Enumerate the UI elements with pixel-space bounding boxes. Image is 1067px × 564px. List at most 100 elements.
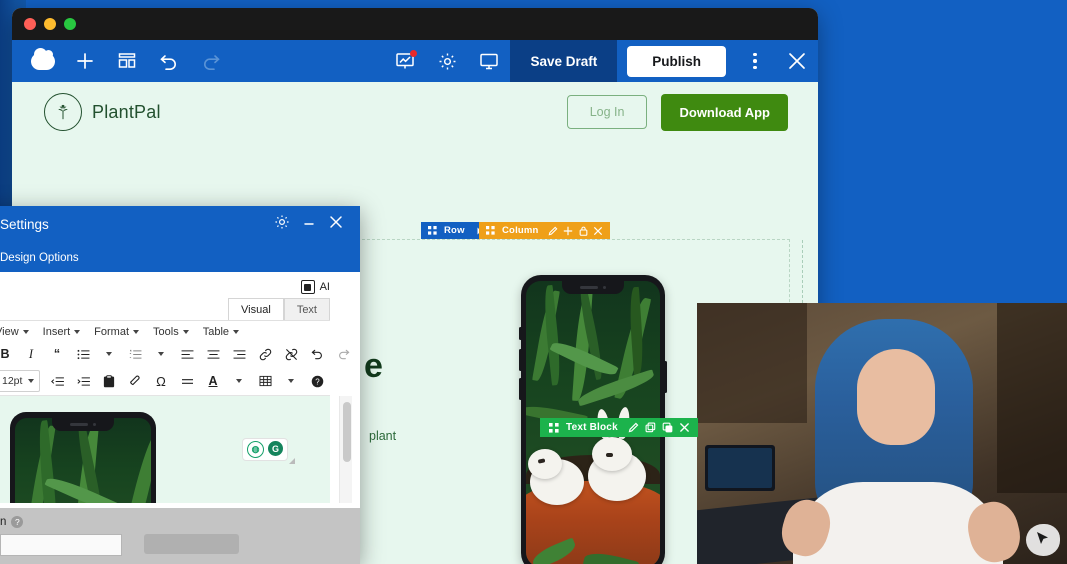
increase-indent-icon[interactable] <box>70 370 96 392</box>
help-icon[interactable]: ? <box>304 370 330 392</box>
save-draft-button[interactable]: Save Draft <box>510 40 618 82</box>
gear-icon[interactable] <box>426 40 468 82</box>
svg-text:?: ? <box>315 377 320 386</box>
text-block-control-bar[interactable]: Text Block <box>540 418 698 437</box>
phone-notch <box>52 418 114 431</box>
footer-action-button[interactable] <box>144 534 239 554</box>
download-app-button[interactable]: Download App <box>661 93 788 131</box>
text-color-dropdown[interactable] <box>226 370 252 392</box>
grammarly-logo-icon[interactable]: G <box>268 441 283 456</box>
bullet-list-dropdown[interactable] <box>96 343 122 365</box>
column-control-bar[interactable]: Column <box>479 222 610 239</box>
table-dropdown[interactable] <box>278 370 304 392</box>
editor-content-area[interactable]: ◍ G <box>0 396 330 503</box>
font-size-value: 12pt <box>2 375 23 387</box>
site-logo[interactable]: PlantPal <box>44 93 161 131</box>
menu-tools[interactable]: Tools <box>146 326 196 338</box>
drag-handle-icon[interactable] <box>483 223 498 238</box>
hero-heading-fragment: e <box>364 347 383 385</box>
footer-field-label: n ? <box>0 516 360 528</box>
ai-chip-icon <box>300 280 315 294</box>
undo-icon[interactable] <box>148 40 190 82</box>
window-minimize-button[interactable] <box>44 18 56 30</box>
align-right-icon[interactable] <box>226 343 252 365</box>
footer-text-input[interactable] <box>0 534 122 556</box>
grammarly-suggestion-icon[interactable]: ◍ <box>247 441 264 458</box>
add-icon[interactable] <box>64 40 106 82</box>
menu-format[interactable]: Format <box>87 326 146 338</box>
table-icon[interactable] <box>252 370 278 392</box>
resize-handle-icon[interactable] <box>288 457 296 465</box>
window-titlebar <box>12 8 818 40</box>
tab-visual[interactable]: Visual <box>228 298 284 322</box>
close-builder-button[interactable] <box>776 40 818 82</box>
cursor-arrow-icon <box>1026 524 1060 556</box>
bold-icon[interactable]: B <box>0 343 18 365</box>
paste-text-icon[interactable] <box>96 370 122 392</box>
analytics-icon[interactable] <box>384 40 426 82</box>
lock-icon[interactable] <box>576 223 591 238</box>
phone-notch <box>562 281 624 294</box>
drag-handle-icon[interactable] <box>545 419 562 436</box>
minimize-icon[interactable] <box>302 215 316 234</box>
login-button[interactable]: Log In <box>566 95 648 129</box>
close-x-icon[interactable] <box>328 214 344 235</box>
site-header: PlantPal Log In Download App <box>12 82 818 142</box>
menu-view[interactable]: View <box>0 326 36 338</box>
hero-paragraph-fragment: plant <box>369 429 397 443</box>
publish-button[interactable]: Publish <box>627 45 726 77</box>
clear-formatting-icon[interactable] <box>122 370 148 392</box>
drag-handle-icon[interactable] <box>425 223 440 238</box>
window-close-button[interactable] <box>24 18 36 30</box>
tab-text[interactable]: Text <box>283 298 330 322</box>
bullet-list-icon[interactable] <box>70 343 96 365</box>
site-logo-text: PlantPal <box>92 101 161 122</box>
editor-toolbar-row-2: 12pt Ω A ? <box>0 367 330 396</box>
editor-menubar: View Insert Format Tools Table <box>0 320 330 343</box>
monitor <box>705 445 775 491</box>
redo-icon[interactable] <box>190 40 232 82</box>
decrease-indent-icon[interactable] <box>44 370 70 392</box>
close-x-icon[interactable] <box>591 223 606 238</box>
settings-modal-header: Settings <box>0 206 360 242</box>
redo-icon[interactable] <box>330 343 356 365</box>
remove-link-icon[interactable] <box>278 343 304 365</box>
ai-button[interactable]: AI <box>0 272 360 294</box>
copy-icon[interactable] <box>659 419 676 436</box>
align-left-icon[interactable] <box>174 343 200 365</box>
more-options-button[interactable] <box>734 40 776 82</box>
notification-badge <box>410 50 418 57</box>
horizontal-rule-icon[interactable] <box>174 370 200 392</box>
menu-insert[interactable]: Insert <box>36 326 88 338</box>
add-plus-icon[interactable] <box>561 223 576 238</box>
site-header-actions: Log In Download App <box>566 93 788 131</box>
special-character-icon[interactable]: Ω <box>148 370 174 392</box>
undo-icon[interactable] <box>304 343 330 365</box>
numbered-list-icon[interactable] <box>122 343 148 365</box>
close-x-icon[interactable] <box>676 419 693 436</box>
font-size-select[interactable]: 12pt <box>0 370 40 392</box>
builder-toolbar: Save Draft Publish <box>12 40 818 82</box>
edit-pencil-icon[interactable] <box>625 419 642 436</box>
shelf-right <box>997 303 1067 493</box>
italic-icon[interactable]: I <box>18 343 44 365</box>
templates-icon[interactable] <box>106 40 148 82</box>
window-maximize-button[interactable] <box>64 18 76 30</box>
blockquote-icon[interactable]: “ <box>44 343 70 365</box>
tab-design-options[interactable]: Design Options <box>0 252 81 272</box>
menu-table[interactable]: Table <box>196 326 246 338</box>
gear-icon[interactable] <box>274 214 290 235</box>
align-center-icon[interactable] <box>200 343 226 365</box>
desktop-icon[interactable] <box>468 40 510 82</box>
ai-label: AI <box>319 281 330 293</box>
numbered-list-dropdown[interactable] <box>148 343 174 365</box>
text-color-icon[interactable]: A <box>200 370 226 392</box>
person-face <box>857 349 935 445</box>
insert-link-icon[interactable] <box>252 343 278 365</box>
duplicate-icon[interactable] <box>642 419 659 436</box>
cloud-logo-icon[interactable] <box>22 40 64 82</box>
edit-pencil-icon[interactable] <box>546 223 561 238</box>
grammarly-widget[interactable]: ◍ G <box>242 438 288 461</box>
help-icon[interactable]: ? <box>11 516 24 528</box>
editor-scrollbar-thumb[interactable] <box>343 402 351 462</box>
